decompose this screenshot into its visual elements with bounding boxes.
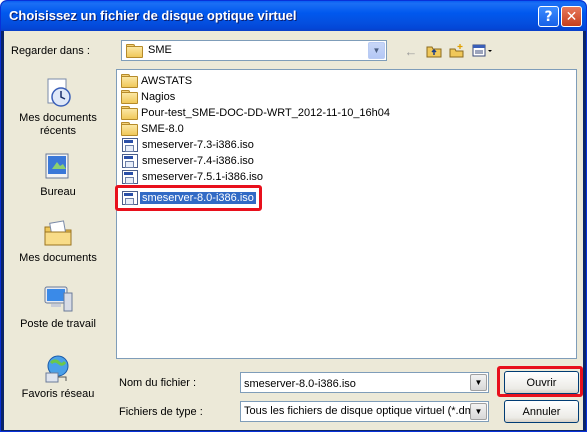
views-menu-button[interactable]: [470, 41, 496, 61]
recent-documents-icon: [42, 77, 74, 109]
look-in-combo[interactable]: SME ▼: [121, 40, 387, 61]
file-name: smeserver-7.3-i386.iso: [142, 139, 254, 151]
list-item[interactable]: smeserver-7.5.1-i386.iso: [121, 169, 265, 185]
chevron-down-icon: ▼: [474, 407, 483, 416]
annotation-highlight-open-button: [497, 366, 583, 397]
chevron-down-icon: ▼: [372, 46, 381, 55]
up-folder-button[interactable]: [424, 41, 444, 61]
folder-icon: [121, 74, 138, 88]
folder-icon: [126, 44, 143, 58]
my-documents-icon: [42, 217, 74, 249]
place-network-places[interactable]: Favoris réseau: [7, 353, 109, 401]
place-label: Favoris réseau: [21, 388, 95, 400]
annotation-highlight-selected-file: [115, 185, 262, 211]
place-recent-documents[interactable]: Mes documents récents: [7, 77, 109, 138]
file-name-dropdown-button[interactable]: ▼: [470, 374, 487, 391]
help-icon: ?: [544, 8, 553, 25]
file-type-value: Tous les fichiers de disque optique virt…: [244, 405, 474, 417]
place-label: Mes documents récents: [19, 112, 97, 137]
back-button[interactable]: ←: [401, 41, 421, 61]
place-my-computer[interactable]: Poste de travail: [7, 283, 109, 331]
cancel-button-label: Annuler: [522, 405, 561, 418]
place-label: Bureau: [40, 186, 76, 198]
disk-image-icon: [122, 170, 138, 184]
folder-icon: [121, 106, 138, 120]
list-item[interactable]: smeserver-7.3-i386.iso: [121, 137, 256, 153]
close-button[interactable]: ✕: [561, 6, 582, 27]
file-name-label: Nom du fichier :: [119, 377, 197, 389]
file-open-dialog: Choisissez un fichier de disque optique …: [0, 0, 587, 432]
list-item[interactable]: Pour-test_SME-DOC-DD-WRT_2012-11-10_16h0…: [121, 105, 392, 121]
new-folder-button[interactable]: [447, 41, 467, 61]
file-type-dropdown-button[interactable]: ▼: [470, 403, 487, 420]
list-item[interactable]: SME-8.0: [121, 121, 186, 137]
cancel-button[interactable]: Annuler: [504, 400, 579, 423]
place-label: Mes documents: [19, 252, 97, 264]
list-item[interactable]: Nagios: [121, 89, 177, 105]
file-name-combo[interactable]: ▼: [240, 372, 489, 393]
folder-icon: [121, 122, 138, 136]
place-my-documents[interactable]: Mes documents: [7, 217, 109, 265]
file-name: smeserver-7.4-i386.iso: [142, 155, 254, 167]
chevron-down-icon: ▼: [474, 378, 483, 387]
file-list[interactable]: AWSTATS Nagios Pour-test_SME-DOC-DD-WRT_…: [115, 69, 577, 359]
folder-icon: [121, 90, 138, 104]
list-item[interactable]: AWSTATS: [121, 73, 194, 89]
look-in-label: Regarder dans :: [11, 45, 90, 57]
help-button[interactable]: ?: [538, 6, 559, 27]
file-name: SME-8.0: [141, 123, 184, 135]
file-type-label: Fichiers de type :: [119, 406, 203, 418]
dialog-title: Choisissez un fichier de disque optique …: [9, 8, 297, 23]
places-bar: Mes documents récents Bureau Mes documen…: [7, 69, 109, 427]
dialog-body: Regarder dans : SME ▼ ← Mes documents ré…: [4, 31, 583, 430]
file-name: Pour-test_SME-DOC-DD-WRT_2012-11-10_16h0…: [141, 107, 391, 119]
new-folder-icon: [449, 44, 464, 58]
file-name: Nagios: [141, 91, 176, 103]
my-computer-icon: [42, 283, 74, 315]
list-item[interactable]: smeserver-7.4-i386.iso: [121, 153, 256, 169]
disk-image-icon: [122, 138, 138, 152]
up-folder-icon: [426, 46, 442, 58]
back-arrow-icon: ←: [404, 43, 418, 59]
place-desktop[interactable]: Bureau: [7, 151, 109, 199]
file-name: AWSTATS: [141, 75, 193, 87]
views-menu-icon: [472, 44, 492, 57]
file-name-input[interactable]: [241, 373, 488, 392]
file-name: smeserver-7.5.1-i386.iso: [142, 171, 264, 183]
close-icon: ✕: [565, 8, 578, 25]
desktop-icon: [42, 151, 74, 183]
disk-image-icon: [122, 154, 138, 168]
place-label: Poste de travail: [20, 318, 96, 330]
title-bar[interactable]: Choisissez un fichier de disque optique …: [1, 1, 586, 31]
network-places-icon: [42, 353, 74, 385]
look-in-dropdown-button[interactable]: ▼: [368, 42, 385, 59]
file-type-combo[interactable]: Tous les fichiers de disque optique virt…: [240, 401, 489, 422]
look-in-value: SME: [148, 44, 172, 56]
